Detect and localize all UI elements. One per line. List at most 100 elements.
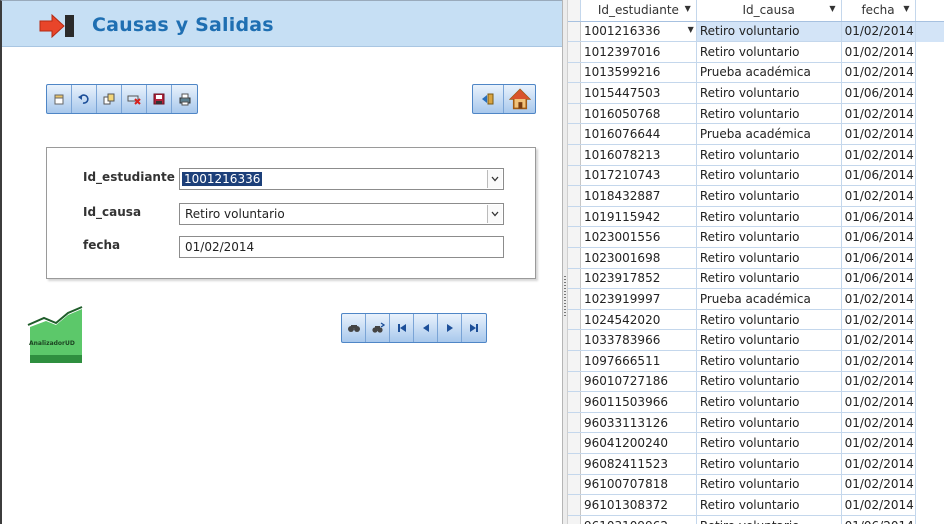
chevron-down-icon[interactable]: ▼ [685, 4, 691, 13]
row-selector[interactable] [568, 350, 582, 372]
table-row[interactable]: 1016050768 Retiro voluntario 01/02/2014 [568, 103, 944, 125]
cell-id-causa[interactable]: Retiro voluntario [696, 494, 842, 516]
cell-id-causa[interactable]: Retiro voluntario [696, 21, 842, 43]
cell-fecha[interactable]: 01/02/2014 [841, 350, 916, 372]
table-row[interactable]: 96010727186 Retiro voluntario 01/02/2014 [568, 371, 944, 393]
cell-id-causa[interactable]: Prueba académica [696, 288, 842, 310]
last-record-button[interactable] [462, 314, 486, 342]
row-selector[interactable] [568, 412, 582, 434]
cell-fecha[interactable]: 01/02/2014 [841, 453, 916, 475]
undo-button[interactable] [72, 85, 97, 113]
table-row[interactable]: 1012397016 Retiro voluntario 01/02/2014 [568, 41, 944, 63]
table-row[interactable]: 1017210743 Retiro voluntario 01/06/2014 [568, 165, 944, 187]
cell-id-causa[interactable]: Retiro voluntario [696, 453, 842, 475]
row-selector[interactable] [568, 453, 582, 475]
row-selector[interactable] [568, 268, 582, 290]
print-button[interactable] [172, 85, 197, 113]
row-selector[interactable] [568, 144, 582, 166]
table-row[interactable]: 96011503966 Retiro voluntario 01/02/2014 [568, 391, 944, 413]
cell-id-causa[interactable]: Retiro voluntario [696, 412, 842, 434]
cell-fecha[interactable]: 01/02/2014 [841, 391, 916, 413]
cell-id-estudiante[interactable]: 1012397016 [580, 41, 697, 63]
row-selector[interactable] [568, 494, 582, 516]
cell-id-causa[interactable]: Retiro voluntario [696, 82, 842, 104]
cell-fecha[interactable]: 01/06/2014 [841, 82, 916, 104]
cell-id-estudiante[interactable]: 1001216336 ▼ [580, 21, 697, 43]
table-row[interactable]: 1001216336 ▼ Retiro voluntario 01/02/2014 [568, 21, 944, 43]
row-selector[interactable] [568, 329, 582, 351]
cell-fecha[interactable]: 01/02/2014 [841, 371, 916, 393]
table-row[interactable]: 96033113126 Retiro voluntario 01/02/2014 [568, 412, 944, 434]
cell-id-causa[interactable]: Prueba académica [696, 123, 842, 146]
cell-id-causa[interactable]: Retiro voluntario [696, 206, 842, 228]
cell-id-causa[interactable]: Retiro voluntario [696, 185, 842, 207]
column-header-id-causa[interactable]: Id_causa ▼ [696, 0, 842, 22]
cell-fecha[interactable]: 01/02/2014 [841, 309, 916, 331]
cell-fecha[interactable]: 01/02/2014 [841, 123, 916, 146]
cell-fecha[interactable]: 01/02/2014 [841, 329, 916, 351]
table-row[interactable]: 1097666511 Retiro voluntario 01/02/2014 [568, 350, 944, 372]
table-row[interactable]: 1015447503 Retiro voluntario 01/06/2014 [568, 82, 944, 104]
cell-id-estudiante[interactable]: 96100707818 [580, 474, 697, 496]
table-row[interactable]: 1013599216 Prueba académica 01/02/2014 [568, 62, 944, 84]
fecha-field[interactable]: 01/02/2014 [179, 236, 504, 258]
home-button[interactable] [504, 85, 535, 113]
find-button[interactable] [342, 314, 366, 342]
row-selector[interactable] [568, 206, 582, 228]
cell-id-estudiante[interactable]: 1023001556 [580, 226, 697, 249]
chevron-down-icon[interactable] [487, 170, 502, 188]
column-header-fecha[interactable]: fecha ▼ [841, 0, 916, 22]
cell-id-causa[interactable]: Retiro voluntario [696, 268, 842, 290]
cell-id-estudiante[interactable]: 96082411523 [580, 453, 697, 475]
cell-fecha[interactable]: 01/02/2014 [841, 62, 916, 84]
cell-id-estudiante[interactable]: 1015447503 [580, 82, 697, 104]
cell-id-causa[interactable]: Retiro voluntario [696, 474, 842, 496]
row-selector[interactable] [568, 247, 582, 269]
row-selector[interactable] [568, 21, 582, 43]
chevron-down-icon[interactable]: ▼ [829, 4, 835, 13]
cell-id-causa[interactable]: Retiro voluntario [696, 432, 842, 454]
cell-fecha[interactable]: 01/02/2014 [841, 144, 916, 166]
table-row[interactable]: 96082411523 Retiro voluntario 01/02/2014 [568, 453, 944, 475]
exit-arrow-icon[interactable] [38, 14, 76, 38]
cell-id-causa[interactable]: Retiro voluntario [696, 165, 842, 187]
cell-id-estudiante[interactable]: 1023917852 [580, 268, 697, 290]
chevron-down-icon[interactable]: ▼ [688, 25, 694, 34]
cell-fecha[interactable]: 01/02/2014 [841, 41, 916, 63]
cell-id-estudiante[interactable]: 1023919997 [580, 288, 697, 310]
row-selector[interactable] [568, 123, 582, 146]
table-row[interactable]: 1016078213 Retiro voluntario 01/02/2014 [568, 144, 944, 166]
cell-fecha[interactable]: 01/02/2014 [841, 494, 916, 516]
table-row[interactable]: 1023917852 Retiro voluntario 01/06/2014 [568, 268, 944, 290]
find-next-button[interactable] [366, 314, 390, 342]
table-row[interactable]: 96101308372 Retiro voluntario 01/02/2014 [568, 494, 944, 516]
row-selector[interactable] [568, 515, 582, 524]
row-selector[interactable] [568, 391, 582, 413]
cell-fecha[interactable]: 01/02/2014 [841, 474, 916, 496]
cell-id-estudiante[interactable]: 96103109962 [580, 515, 697, 524]
cell-fecha[interactable]: 01/02/2014 [841, 288, 916, 310]
cell-id-causa[interactable]: Retiro voluntario [696, 41, 842, 63]
new-record-button[interactable] [47, 85, 72, 113]
row-selector[interactable] [568, 226, 582, 249]
splitter-grip[interactable] [564, 276, 566, 316]
first-record-button[interactable] [390, 314, 414, 342]
cell-id-estudiante[interactable]: 1018432887 [580, 185, 697, 207]
cell-fecha[interactable]: 01/06/2014 [841, 268, 916, 290]
table-row[interactable]: 1018432887 Retiro voluntario 01/02/2014 [568, 185, 944, 207]
row-selector[interactable] [568, 288, 582, 310]
cell-id-estudiante[interactable]: 1023001698 [580, 247, 697, 269]
table-row[interactable]: 1023001556 Retiro voluntario 01/06/2014 [568, 226, 944, 249]
cell-id-causa[interactable]: Retiro voluntario [696, 329, 842, 351]
cell-id-estudiante[interactable]: 1013599216 [580, 62, 697, 84]
select-all-corner[interactable] [568, 0, 582, 22]
cell-fecha[interactable]: 01/02/2014 [841, 432, 916, 454]
delete-button[interactable] [122, 85, 147, 113]
cell-id-causa[interactable]: Retiro voluntario [696, 103, 842, 125]
cell-fecha[interactable]: 01/06/2014 [841, 247, 916, 269]
cell-id-causa[interactable]: Retiro voluntario [696, 391, 842, 413]
cell-id-estudiante[interactable]: 96101308372 [580, 494, 697, 516]
cell-id-estudiante[interactable]: 1097666511 [580, 350, 697, 372]
cell-id-estudiante[interactable]: 96033113126 [580, 412, 697, 434]
cell-id-causa[interactable]: Retiro voluntario [696, 247, 842, 269]
